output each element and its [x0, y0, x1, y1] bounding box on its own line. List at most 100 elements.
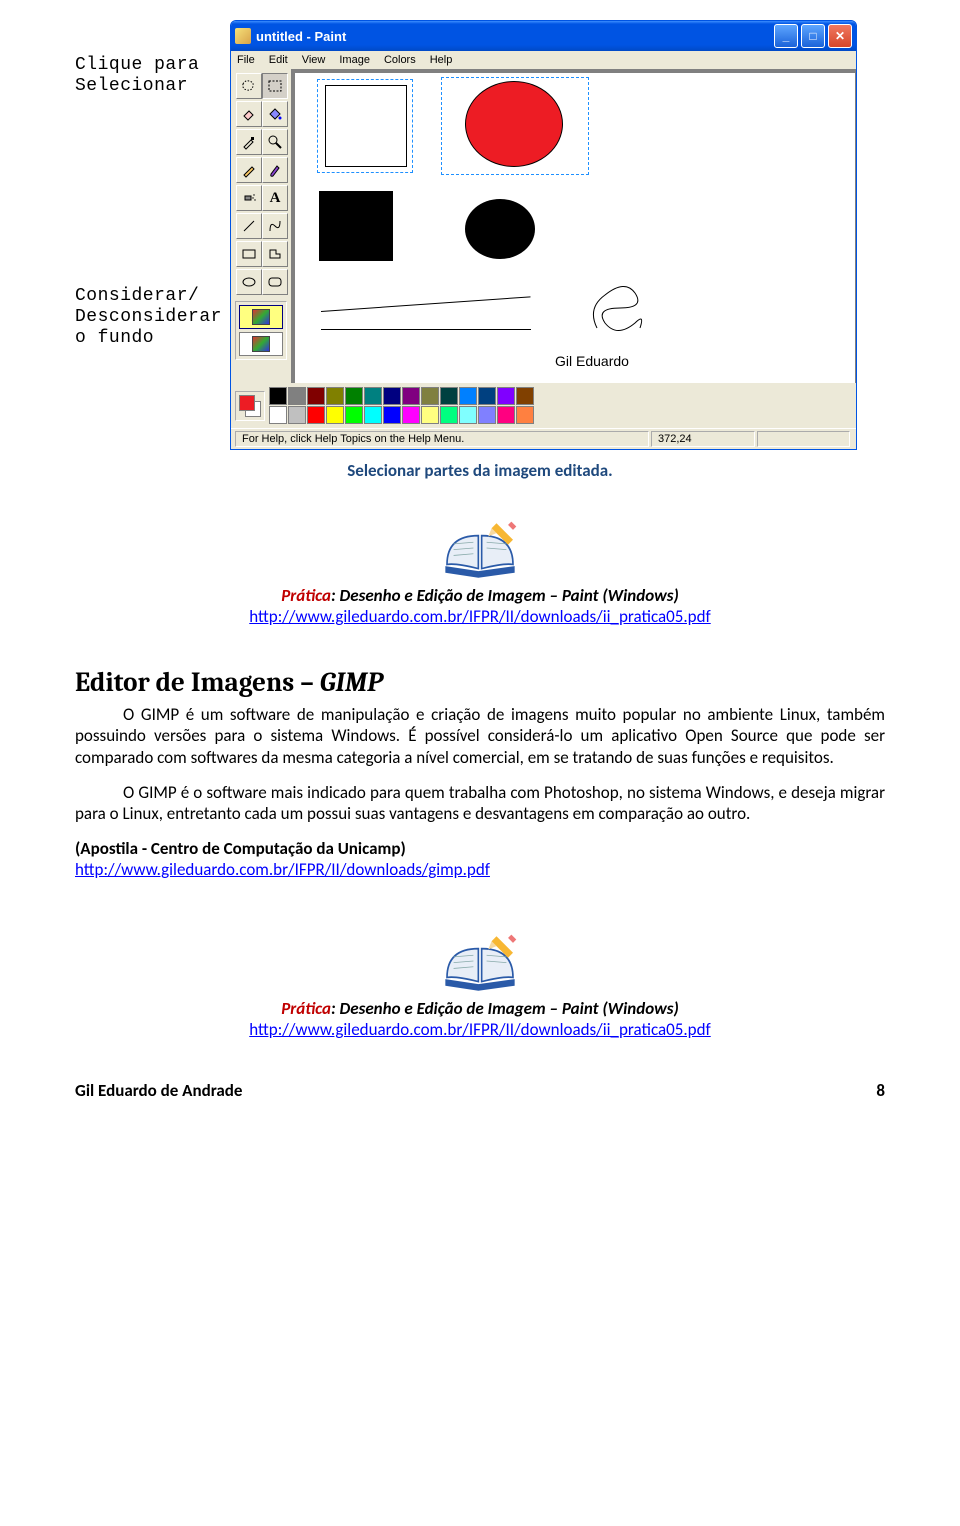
tool-magnifier[interactable] — [262, 129, 288, 155]
color-swatch[interactable] — [478, 387, 496, 405]
color-swatch[interactable] — [307, 406, 325, 424]
apostila-url[interactable]: http://www.gileduardo.com.br/IFPR/II/dow… — [75, 859, 490, 880]
option-opaque[interactable] — [239, 305, 283, 329]
book-icon-2 — [75, 928, 885, 994]
apostila-link: http://www.gileduardo.com.br/IFPR/II/dow… — [75, 859, 885, 880]
practice-label-2: Prática — [281, 998, 331, 1019]
color-swatch[interactable] — [269, 406, 287, 424]
color-swatch[interactable] — [459, 387, 477, 405]
minimize-button[interactable]: _ — [774, 24, 798, 48]
color-swatch[interactable] — [459, 406, 477, 424]
color-swatch[interactable] — [345, 406, 363, 424]
color-swatch[interactable] — [497, 406, 515, 424]
annotation-background: Considerar/ Desconsiderar o fundo — [75, 286, 230, 348]
color-swatch[interactable] — [421, 406, 439, 424]
option-transparent[interactable] — [239, 332, 283, 356]
practice-desc-2: : Desenho e Edição de Imagem – Paint (Wi… — [331, 998, 679, 1019]
status-help-text: For Help, click Help Topics on the Help … — [235, 431, 649, 447]
practice-desc: : Desenho e Edição de Imagem – Paint (Wi… — [331, 585, 679, 606]
color-swatch[interactable] — [326, 387, 344, 405]
menu-image[interactable]: Image — [339, 54, 370, 66]
tool-freeform-select[interactable] — [236, 73, 262, 99]
shape-scribble — [585, 273, 655, 343]
color-swatch[interactable] — [516, 387, 534, 405]
figure-caption: Selecionar partes da imagem editada. — [75, 460, 885, 481]
color-swatch[interactable] — [402, 387, 420, 405]
practice-title-2: Prática: Desenho e Edição de Imagem – Pa… — [75, 998, 885, 1019]
footer-page-number: 8 — [876, 1080, 885, 1101]
close-button[interactable]: ✕ — [828, 24, 852, 48]
shape-line-2 — [321, 329, 531, 330]
footer-author: Gil Eduardo de Andrade — [75, 1080, 242, 1101]
tool-brush[interactable] — [262, 157, 288, 183]
tool-pencil[interactable] — [236, 157, 262, 183]
tool-options — [235, 301, 287, 360]
menubar: File Edit View Image Colors Help — [231, 51, 856, 69]
color-swatch[interactable] — [288, 387, 306, 405]
tool-text[interactable]: A — [262, 185, 288, 211]
tool-rect-select[interactable] — [262, 73, 288, 99]
color-swatch[interactable] — [516, 406, 534, 424]
color-swatch[interactable] — [269, 387, 287, 405]
color-swatch[interactable] — [421, 387, 439, 405]
window-buttons: _ □ ✕ — [774, 24, 852, 48]
tool-fill[interactable] — [262, 101, 288, 127]
annotation-select: Clique para Selecionar — [75, 55, 230, 96]
tool-eraser[interactable] — [236, 101, 262, 127]
body-paragraph-1: O GIMP é um software de manipulação e cr… — [75, 704, 885, 768]
color-swatch[interactable] — [383, 406, 401, 424]
titlebar: untitled - Paint _ □ ✕ — [231, 21, 856, 51]
tool-ellipse[interactable] — [236, 269, 262, 295]
page-footer: Gil Eduardo de Andrade 8 — [75, 1080, 885, 1101]
color-swatch[interactable] — [440, 406, 458, 424]
color-swatch[interactable] — [345, 387, 363, 405]
paint-body: A — [231, 69, 856, 383]
practice-label: Prática — [281, 585, 331, 606]
tool-polygon[interactable] — [262, 241, 288, 267]
tool-rounded-rect[interactable] — [262, 269, 288, 295]
canvas[interactable]: Gil Eduardo — [295, 73, 855, 383]
apostila-label: (Apostila - Centro de Computação da Unic… — [75, 838, 885, 859]
tool-curve[interactable] — [262, 213, 288, 239]
tool-airbrush[interactable] — [236, 185, 262, 211]
practice-link-2: http://www.gileduardo.com.br/IFPR/II/dow… — [75, 1019, 885, 1040]
status-spacer — [757, 431, 850, 447]
fg-bg-indicator[interactable] — [235, 391, 265, 421]
menu-file[interactable]: File — [237, 54, 255, 66]
maximize-button[interactable]: □ — [801, 24, 825, 48]
color-swatch[interactable] — [288, 406, 306, 424]
canvas-area: Gil Eduardo — [291, 69, 856, 383]
section-heading: Editor de Imagens – GIMP — [75, 667, 885, 698]
menu-help[interactable]: Help — [430, 54, 453, 66]
window-title: untitled - Paint — [256, 29, 774, 44]
color-swatch[interactable] — [364, 406, 382, 424]
tool-line[interactable] — [236, 213, 262, 239]
practice-url[interactable]: http://www.gileduardo.com.br/IFPR/II/dow… — [249, 606, 710, 627]
shape-line — [321, 296, 531, 312]
practice-link: http://www.gileduardo.com.br/IFPR/II/dow… — [75, 606, 885, 627]
canvas-text: Gil Eduardo — [555, 353, 629, 369]
toolbox: A — [231, 69, 291, 383]
menu-view[interactable]: View — [302, 54, 326, 66]
shape-black-circle — [465, 199, 535, 259]
figure-annotations: Clique para Selecionar Considerar/ Desco… — [75, 20, 230, 348]
color-swatch[interactable] — [402, 406, 420, 424]
practice-url-2[interactable]: http://www.gileduardo.com.br/IFPR/II/dow… — [249, 1019, 710, 1040]
color-swatch[interactable] — [326, 406, 344, 424]
color-swatch[interactable] — [478, 406, 496, 424]
color-palette — [231, 383, 856, 428]
book-icon — [75, 515, 885, 581]
color-swatch[interactable] — [383, 387, 401, 405]
menu-colors[interactable]: Colors — [384, 54, 416, 66]
color-swatch[interactable] — [440, 387, 458, 405]
tool-picker[interactable] — [236, 129, 262, 155]
status-coords: 372,24 — [651, 431, 755, 447]
color-swatch[interactable] — [307, 387, 325, 405]
paint-app-icon — [235, 28, 251, 44]
color-swatch[interactable] — [497, 387, 515, 405]
menu-edit[interactable]: Edit — [269, 54, 288, 66]
shape-red-circle — [465, 81, 563, 167]
body-paragraph-2: O GIMP é o software mais indicado para q… — [75, 782, 885, 825]
tool-rectangle[interactable] — [236, 241, 262, 267]
color-swatch[interactable] — [364, 387, 382, 405]
